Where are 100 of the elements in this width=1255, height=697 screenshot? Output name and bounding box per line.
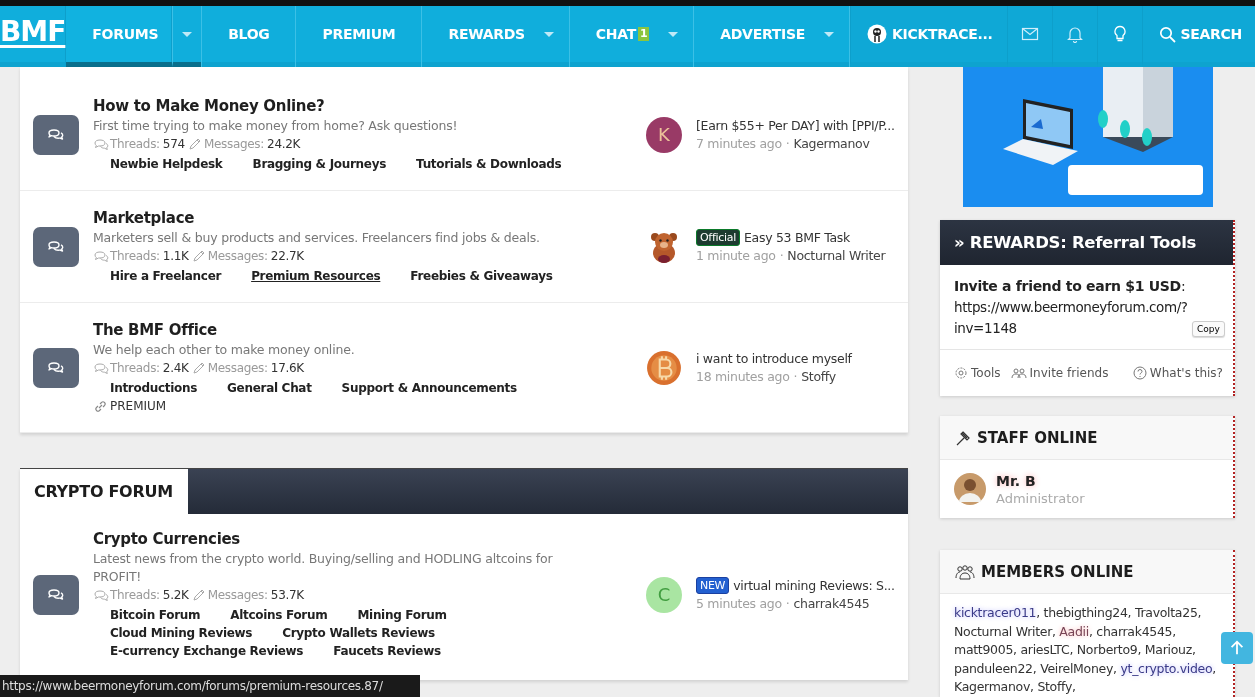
threads-icon — [93, 589, 109, 601]
threads-count: 2.4K — [162, 360, 189, 377]
threads-icon — [93, 138, 109, 150]
subforum-link[interactable]: Crypto Wallets Reviews — [282, 624, 435, 642]
comma-separator: , — [1013, 642, 1017, 657]
messages-label: Messages: — [207, 360, 268, 377]
messages-label: Messages: — [207, 587, 268, 604]
messages-count: 17.6K — [270, 360, 304, 377]
member-link[interactable]: Stoffy — [1037, 679, 1073, 694]
status-bar-url: https://www.beermoneyforum.com/forums/premium-resources.87/ — [0, 675, 420, 697]
author-link[interactable]: Kagermanov — [793, 134, 870, 153]
member-link[interactable]: Norberto9 — [1076, 642, 1138, 657]
comma-separator: , — [1030, 679, 1034, 694]
bell-icon — [1065, 25, 1084, 43]
comma-separator: , — [1137, 642, 1142, 657]
forum-title[interactable]: The BMF Office — [93, 320, 613, 341]
subforum-link[interactable]: Freebies & Giveaways — [410, 267, 553, 285]
messages-label: Messages: — [203, 136, 265, 153]
threads-label: Threads: — [110, 587, 160, 604]
subforum-link[interactable]: Tutorials & Downloads — [416, 155, 562, 173]
footer-link[interactable]: Tools — [954, 366, 1001, 380]
member-link[interactable]: Nocturnal Writer — [954, 623, 1052, 639]
count-badge: 1 — [637, 27, 650, 41]
forum-title[interactable]: How to Make Money Online? — [93, 96, 613, 117]
caret-icon — [667, 30, 680, 38]
footer-link[interactable]: Invite friends — [1010, 366, 1109, 380]
forum-title[interactable]: Crypto Currencies — [93, 529, 613, 550]
thread-prefix-label: NEW — [696, 577, 730, 594]
latest-thread-link[interactable]: virtual mining Reviews: S... — [733, 576, 895, 595]
widget-title: » REWARDS: Referral Tools — [940, 220, 1233, 265]
forum-description: First time trying to make money from home? Ask questions! — [93, 117, 459, 135]
messages-count: 22.7K — [270, 248, 304, 265]
arrow-up-icon — [1228, 639, 1246, 657]
forum-title[interactable]: Marketplace — [93, 208, 613, 229]
separator-dot: · — [785, 134, 790, 153]
user-avatar[interactable]: K — [646, 116, 682, 153]
subforum-link[interactable]: Faucets Reviews — [333, 642, 441, 660]
subforum-link[interactable]: E-currency Exchange Reviews — [110, 642, 304, 660]
separator-dot: · — [793, 367, 798, 386]
ideas-button[interactable] — [1096, 6, 1142, 67]
caret-icon — [823, 30, 835, 38]
coin-avatar — [646, 349, 682, 386]
separator-dot: · — [779, 246, 784, 265]
member-link[interactable]: panduleen22 — [954, 660, 1033, 676]
subforum-link[interactable]: Premium Resources — [251, 267, 381, 285]
section-title[interactable]: CRYPTO FORUM — [20, 469, 188, 514]
subforum-link[interactable]: Introductions — [110, 379, 198, 397]
forum-icon — [33, 347, 79, 388]
member-link[interactable]: thebigthing24 — [1043, 605, 1128, 620]
author-link[interactable]: Stoffy — [801, 367, 836, 386]
separator-dot: · — [785, 594, 790, 613]
forum-icon — [33, 226, 79, 267]
comma-separator: , — [1191, 642, 1196, 657]
people-icon — [1010, 366, 1027, 380]
messages-count: 53.7K — [270, 587, 304, 604]
member-link[interactable]: Aadii — [1059, 623, 1089, 639]
subforum-link[interactable]: Mining Forum — [357, 606, 447, 624]
staff-name[interactable]: Mr. B — [996, 473, 1036, 489]
threads-label: Threads: — [110, 360, 160, 377]
threads-label: Threads: — [110, 136, 160, 153]
messages-label: Messages: — [207, 248, 268, 265]
member-link[interactable]: ariesLTC — [1020, 642, 1070, 657]
link-forum[interactable]: PREMIUM — [110, 397, 167, 415]
forum-description: Marketers sell & buy products and services. Freelancers find jobs & deals. — [93, 229, 541, 247]
member-link[interactable]: Kagermanov — [954, 679, 1030, 694]
subforum-link[interactable]: Newbie Helpdesk — [110, 155, 223, 173]
latest-thread-link[interactable]: i want to introduce myself — [696, 349, 852, 368]
subforum-link[interactable]: Cloud Mining Reviews — [110, 624, 253, 642]
subforum-link[interactable]: Support & Announcements — [341, 379, 517, 397]
avatar — [954, 472, 986, 505]
inbox-button[interactable] — [1006, 6, 1052, 67]
member-link[interactable]: Mariouz — [1144, 642, 1192, 657]
comma-separator: , — [1032, 660, 1037, 676]
member-link[interactable]: VeirelMoney — [1040, 660, 1114, 676]
subforum-link[interactable]: Hire a Freelancer — [110, 267, 222, 285]
comma-separator: , — [1088, 623, 1093, 639]
author-link[interactable]: charrak4545 — [793, 594, 870, 613]
latest-thread-link[interactable]: Easy 53 BMF Task — [743, 228, 850, 247]
gavel-icon — [955, 429, 971, 446]
footer-link[interactable]: What's this? — [1132, 366, 1223, 380]
pencil-icon — [190, 587, 207, 603]
member-link[interactable]: Travolta25 — [1134, 605, 1198, 620]
comma-separator: , — [1113, 660, 1117, 676]
copy-button[interactable]: Copy — [1192, 321, 1225, 337]
threads-count: 5.2K — [162, 587, 189, 604]
scroll-to-top-button[interactable] — [1221, 632, 1253, 664]
subforum-link[interactable]: Bragging & Journeys — [252, 155, 387, 173]
subforum-link[interactable]: Altcoins Forum — [230, 606, 328, 624]
latest-thread-link[interactable]: [Earn $55+ Per DAY] with [PPI/P... — [696, 116, 895, 135]
forum-icon — [33, 574, 79, 615]
forum-description: Latest news from the crypto world. Buying/selling and HODLING altcoins for PROFIT! — [93, 550, 554, 586]
link-icon — [93, 399, 107, 413]
alerts-button[interactable] — [1051, 6, 1097, 67]
threads-icon — [93, 362, 109, 374]
comma-separator: , — [1197, 605, 1202, 620]
comma-separator: , — [1036, 605, 1040, 620]
subforum-link[interactable]: General Chat — [227, 379, 312, 397]
threads-icon — [93, 250, 109, 262]
subforum-link[interactable]: Bitcoin Forum — [110, 606, 201, 624]
author-link[interactable]: Nocturnal Writer — [787, 246, 886, 265]
